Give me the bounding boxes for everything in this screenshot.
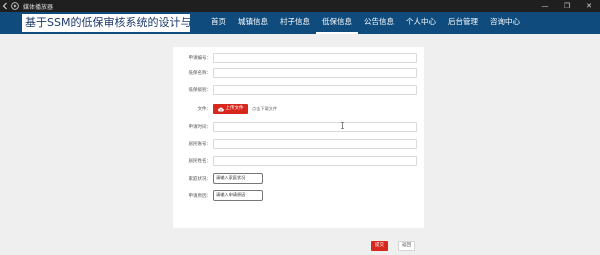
- minimize-button[interactable]: —: [534, 0, 556, 12]
- nav-item-subsidy-info[interactable]: 低保信息: [316, 12, 358, 34]
- text-cursor-icon: [341, 122, 344, 129]
- back-button[interactable]: 返回: [398, 241, 415, 251]
- field-label: 居民账号：: [188, 142, 212, 147]
- subsidy-level-input[interactable]: [213, 85, 417, 95]
- back-arrow-icon[interactable]: [0, 0, 10, 12]
- nav-item-village-info[interactable]: 村子信息: [274, 12, 316, 34]
- cloud-upload-icon: [217, 107, 224, 111]
- nav-item-personal-center[interactable]: 个人中心: [400, 12, 442, 34]
- submit-button[interactable]: 提交: [371, 241, 388, 251]
- field-label: 文件：: [197, 107, 212, 112]
- field-label: 申请编号：: [188, 56, 212, 61]
- field-label: 家庭状况：: [188, 177, 212, 182]
- field-label: 申请时间：: [188, 125, 212, 130]
- application-id-input[interactable]: [213, 53, 417, 63]
- upload-button-label: 上传文件: [225, 106, 244, 111]
- upload-file-button[interactable]: 上传文件: [213, 104, 248, 114]
- apply-time-input[interactable]: [213, 122, 417, 132]
- site-brand-title: 基于SSM的低保审核系统的设计与实现: [22, 14, 190, 32]
- nav-item-admin[interactable]: 后台管理: [442, 12, 484, 34]
- resident-name-input[interactable]: [213, 156, 417, 166]
- field-label: 低保级别：: [188, 88, 212, 93]
- nav-item-announcements[interactable]: 公告信息: [358, 12, 400, 34]
- nav-item-town-info[interactable]: 城镇信息: [232, 12, 274, 34]
- restore-button[interactable]: ❐: [556, 0, 578, 12]
- close-button[interactable]: ✕: [578, 0, 600, 12]
- window-title: 媒体播放器: [23, 3, 54, 11]
- download-file-link[interactable]: 点击下载文件: [252, 104, 277, 114]
- field-label: 低保名称：: [188, 71, 212, 76]
- nav-item-consultation[interactable]: 咨询中心: [484, 12, 526, 34]
- content-area: 申请编号： 低保名称： 低保级别： 文件： 上传文件 点击下载文件 申请时间： …: [0, 34, 600, 255]
- field-label: 居民姓名：: [188, 159, 212, 164]
- application-form: 申请编号： 低保名称： 低保级别： 文件： 上传文件 点击下载文件 申请时间： …: [173, 47, 424, 251]
- subsidy-name-input[interactable]: [213, 68, 417, 78]
- window-titlebar: 媒体播放器 — ❐ ✕: [0, 0, 600, 12]
- resident-account-input[interactable]: [213, 139, 417, 149]
- nav-item-home[interactable]: 首页: [205, 12, 232, 34]
- media-player-icon: [10, 0, 20, 12]
- apply-reason-textarea[interactable]: 请输入申请原因: [213, 190, 263, 201]
- main-nav: 首页 城镇信息 村子信息 低保信息 公告信息 个人中心 后台管理 咨询中心: [205, 12, 526, 34]
- family-status-textarea[interactable]: 请输入家庭状况: [213, 173, 263, 184]
- field-label: 申请原因：: [188, 194, 212, 199]
